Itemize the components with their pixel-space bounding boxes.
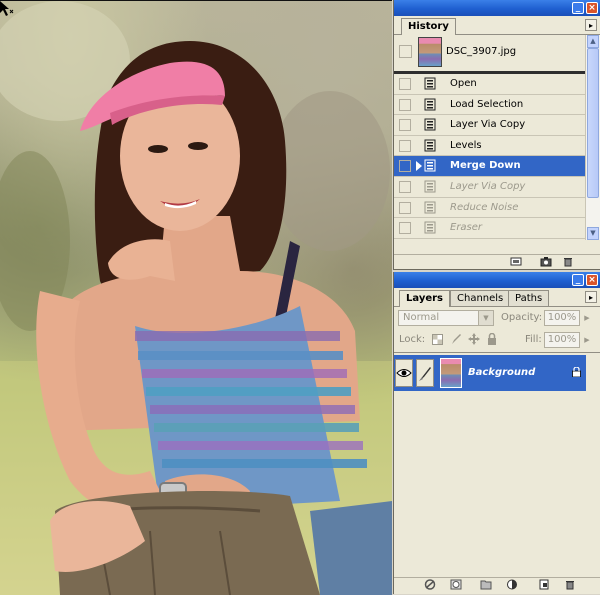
history-state-item[interactable]: Layer Via Copy — [394, 115, 586, 136]
history-state-label: Levels — [450, 140, 482, 151]
lock-all-icon[interactable] — [487, 333, 497, 345]
blend-mode-value: Normal — [403, 312, 439, 323]
history-brush-source-checkbox[interactable] — [399, 140, 411, 152]
new-group-icon[interactable] — [480, 579, 492, 590]
history-titlebar[interactable]: _ × — [394, 0, 600, 16]
history-step-icon — [424, 180, 438, 193]
link-icon[interactable] — [424, 579, 436, 590]
history-state-item[interactable]: Load Selection — [394, 95, 586, 116]
tab-layers[interactable]: Layers — [399, 290, 450, 307]
layer-name[interactable]: Background — [468, 367, 535, 378]
layer-thumbnail — [440, 358, 462, 388]
history-state-label: Reduce Noise — [450, 202, 518, 213]
history-state-item[interactable]: Levels — [394, 136, 586, 157]
history-state-label: Open — [450, 78, 477, 89]
history-tabstrip: History ▸ — [394, 16, 600, 35]
history-brush-source-checkbox[interactable] — [399, 181, 411, 193]
lock-label: Lock: — [399, 334, 425, 345]
snapshot-source-checkbox[interactable] — [399, 45, 412, 58]
photo — [0, 1, 392, 595]
new-snapshot-icon[interactable] — [540, 256, 552, 267]
visibility-toggle[interactable] — [395, 359, 413, 387]
history-step-icon — [424, 77, 438, 90]
move-cursor-icon — [0, 1, 14, 17]
history-brush-source-checkbox[interactable] — [399, 119, 411, 131]
history-brush-source-checkbox[interactable] — [399, 160, 411, 172]
history-brush-source-checkbox[interactable] — [399, 78, 411, 90]
panel-menu-icon[interactable]: ▸ — [585, 291, 597, 303]
eye-icon — [396, 360, 412, 386]
history-state-item[interactable]: Eraser — [394, 218, 586, 239]
history-state-item[interactable]: Open — [394, 74, 586, 95]
history-state-item[interactable]: Layer Via Copy — [394, 177, 586, 198]
history-step-icon — [424, 221, 438, 234]
history-step-icon — [424, 159, 438, 172]
layer-style-icon[interactable] — [450, 579, 462, 590]
history-step-icon — [424, 118, 438, 131]
scroll-up-icon[interactable]: ▲ — [587, 35, 599, 48]
history-state-label: Layer Via Copy — [450, 119, 525, 130]
scroll-thumb[interactable] — [587, 48, 599, 198]
history-step-icon — [424, 139, 438, 152]
close-icon[interactable]: × — [586, 2, 598, 14]
layers-footer — [394, 577, 600, 594]
opacity-arrow-icon[interactable]: ▶ — [582, 310, 592, 326]
tab-channels[interactable]: Channels — [450, 290, 510, 306]
history-brush-source-checkbox[interactable] — [399, 99, 411, 111]
history-step-icon — [424, 201, 438, 214]
history-snapshot[interactable]: DSC_3907.jpg — [394, 35, 586, 74]
history-state-item[interactable]: Reduce Noise — [394, 198, 586, 219]
adjustment-layer-icon[interactable] — [506, 579, 518, 590]
panel-menu-icon[interactable]: ▸ — [585, 19, 597, 31]
layers-titlebar[interactable]: _ × — [394, 272, 600, 288]
opacity-field[interactable]: 100% — [544, 310, 580, 326]
history-list: Open Load Selection Layer Via Copy Levels Me… — [394, 74, 586, 239]
new-layer-icon[interactable] — [538, 579, 550, 590]
history-brush-source-checkbox[interactable] — [399, 222, 411, 234]
history-state-slider-icon[interactable] — [416, 161, 422, 171]
trash-icon[interactable] — [564, 579, 576, 590]
tab-paths[interactable]: Paths — [508, 290, 549, 306]
close-icon[interactable]: × — [586, 274, 598, 286]
fill-field[interactable]: 100% — [544, 332, 580, 348]
minimize-icon[interactable]: _ — [572, 274, 584, 286]
history-footer — [394, 254, 600, 269]
fill-label: Fill: — [525, 334, 542, 345]
history-scrollbar[interactable]: ▲ ▼ — [585, 35, 600, 240]
history-state-label: Load Selection — [450, 99, 523, 110]
layer-list: Background — [394, 352, 600, 579]
minimize-icon[interactable]: _ — [572, 2, 584, 14]
opacity-label: Opacity: — [501, 312, 542, 323]
layers-panel: _ × Layers Channels Paths ▸ Normal ▼ Opa… — [393, 272, 600, 594]
lock-position-icon[interactable] — [468, 333, 480, 345]
scroll-down-icon[interactable]: ▼ — [587, 227, 599, 240]
history-step-icon — [424, 98, 438, 111]
new-document-icon[interactable] — [510, 256, 522, 267]
history-state-item[interactable]: Merge Down — [394, 156, 586, 177]
lock-row: Lock: Fill: 100% ▶ — [394, 330, 600, 350]
layers-tabstrip: Layers Channels Paths ▸ — [394, 288, 600, 307]
chevron-down-icon: ▼ — [478, 311, 493, 325]
tab-history[interactable]: History — [401, 18, 456, 35]
brush-icon — [417, 360, 433, 386]
history-brush-source-checkbox[interactable] — [399, 202, 411, 214]
history-state-label: Layer Via Copy — [450, 181, 525, 192]
blend-row: Normal ▼ Opacity: 100% ▶ — [394, 308, 600, 328]
lock-pixels-icon[interactable] — [450, 333, 462, 345]
lock-transparency-icon[interactable] — [432, 334, 443, 345]
snapshot-thumbnail — [418, 37, 442, 67]
history-state-label: Eraser — [450, 222, 482, 233]
blend-mode-select[interactable]: Normal ▼ — [398, 310, 494, 326]
layer-row-background[interactable]: Background — [394, 355, 586, 391]
history-panel: _ × History ▸ DSC_3907.jpg Open Load Sele… — [393, 0, 600, 270]
snapshot-label: DSC_3907.jpg — [446, 46, 516, 57]
fill-arrow-icon[interactable]: ▶ — [582, 332, 592, 348]
history-state-label: Merge Down — [450, 160, 521, 171]
document-canvas[interactable] — [0, 0, 392, 595]
trash-icon[interactable] — [562, 256, 574, 267]
layer-link-toggle[interactable] — [416, 359, 434, 387]
lock-icon — [572, 367, 581, 377]
